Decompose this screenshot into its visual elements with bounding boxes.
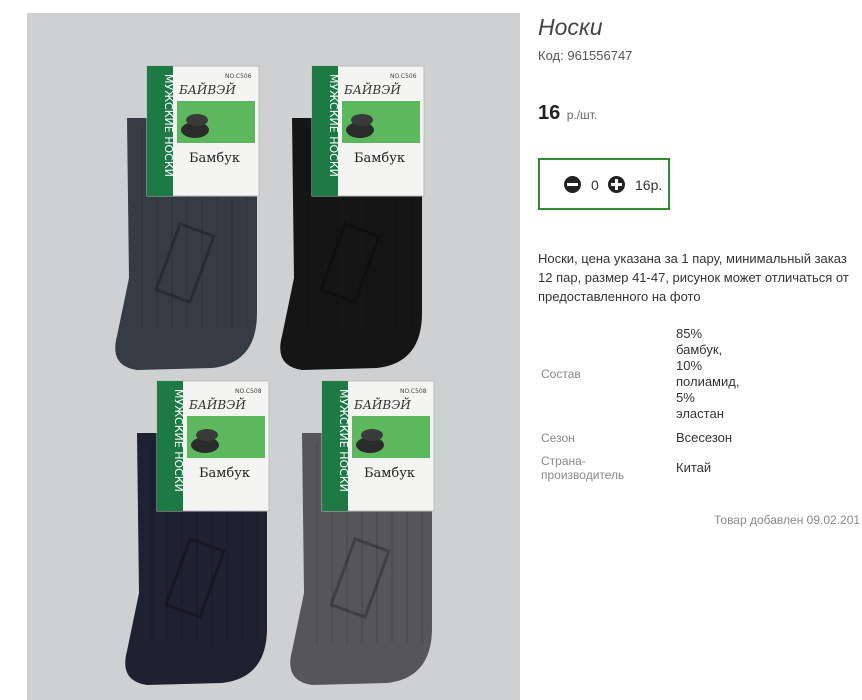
spec-value-composition: 85% бамбук, 10% полиамид, 5% эластан [676,326,739,422]
country-label-line: производитель [541,468,625,482]
price-value: 16 [538,102,561,124]
price-unit: р./шт. [566,108,598,122]
quantity-value: 0 [591,177,599,193]
minus-circle-icon[interactable] [564,176,581,193]
label-vertical-text: МУЖСКИЕ НОСКИ [162,74,175,177]
socks-illustration: МУЖСКИЕ НОСКИ NO.C506БАЙВЭЙБамбук МУЖСКИЕ … [115,65,435,685]
composition-line: 10% [676,358,703,373]
label-brand-text: БАЙВЭЙ [178,80,236,97]
label-stone [351,114,373,126]
label-model-text: NO.C508 [400,388,427,395]
label-vertical-text: МУЖСКИЕ НОСКИ [172,389,185,492]
quantity-stepper: 0 16р. [538,158,670,210]
composition-line: 5% [676,390,695,405]
composition-line: полиамид, [676,374,740,389]
product-photo[interactable]: МУЖСКИЕ НОСКИ NO.C506 БАЙВЭЙ Бамбук МУЖСКИЕ … [27,13,520,700]
composition-line: 85% [676,326,703,341]
product-title: Носки [538,14,603,40]
label-brand-text: БАЙВЭЙ [353,395,411,412]
code-value: 961556747 [567,48,633,63]
label-brand-text: БАЙВЭЙ [343,80,401,97]
product-price: 16 р./шт. [538,102,597,125]
composition-line: эластан [676,406,724,421]
label-vertical-text: МУЖСКИЕ НОСКИ [337,389,350,492]
label-material-text: Бамбук [354,151,405,166]
label-material-text: Бамбук [189,151,240,166]
spec-value-season: Всесезон [676,430,733,445]
label-material-text: Бамбук [199,466,250,481]
label-material-text: Бамбук [364,466,415,481]
label-stone [361,429,383,441]
spec-value-country: Китай [676,460,712,475]
spec-label-composition: Состав [541,367,581,381]
label-stone [186,114,208,126]
label-model-text: NO.C508 [235,388,262,395]
label-model-text: NO.C506 [225,73,252,80]
product-description: Носки, цена указана за 1 пару, минимальн… [538,251,849,304]
plus-circle-icon[interactable] [608,176,625,193]
label-model-text: NO.C506 [390,73,417,80]
date-added: Товар добавлен 09.02.201 [714,513,861,527]
label-brand-text: БАЙВЭЙ [188,395,246,412]
spec-label-country: Страна- производитель [541,454,624,482]
label-stone [196,429,218,441]
spec-label-season: Сезон [541,431,575,445]
code-label: Код: [538,48,564,63]
product-code: Код: 961556747 [538,48,632,63]
label-vertical-text: МУЖСКИЕ НОСКИ [327,74,340,177]
composition-line: бамбук, [676,342,723,357]
quantity-total: 16р. [635,177,663,193]
country-label-line: Страна- [541,454,586,468]
